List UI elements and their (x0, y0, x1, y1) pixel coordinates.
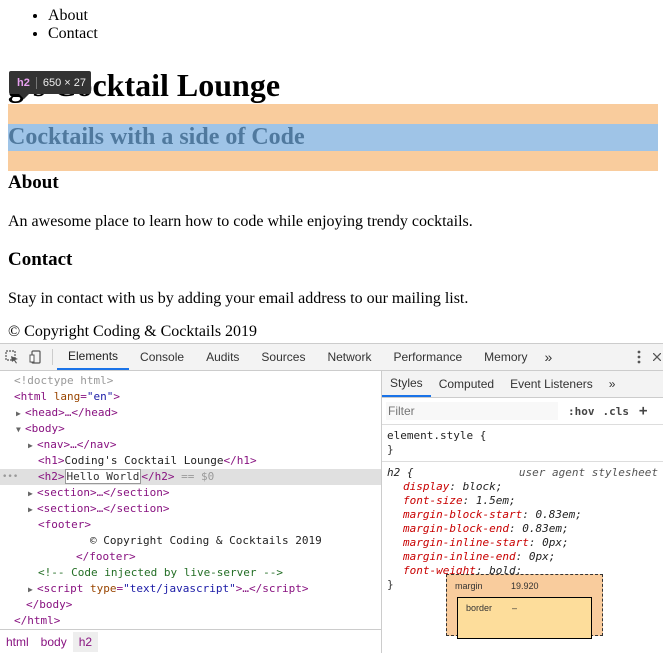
dom-html-close[interactable]: </html> (0, 613, 381, 629)
element-style-rule[interactable]: element.style { } (382, 425, 663, 462)
breadcrumb-body[interactable]: body (35, 632, 73, 652)
cls-toggle[interactable]: .cls (603, 405, 630, 418)
styles-pane: Styles Computed Event Listeners » :hov .… (381, 371, 663, 653)
toolbar-separator (52, 349, 53, 365)
hov-toggle[interactable]: :hov (568, 405, 595, 418)
elements-tree: <!doctype html> <html lang="en"> ▶ <head>… (0, 371, 381, 629)
about-heading: About (8, 172, 59, 193)
more-tabs-icon[interactable]: » (539, 344, 559, 370)
dom-body-close[interactable]: </body> (0, 597, 381, 613)
tooltip-tag: h2 (9, 76, 37, 89)
box-margin-value[interactable]: 19.920 (511, 581, 539, 591)
breadcrumb-html[interactable]: html (0, 632, 35, 652)
css-declaration: margin-inline-start: 0px; (403, 536, 569, 549)
expand-arrow-icon[interactable]: ▶ (0, 502, 37, 518)
dom-section[interactable]: ▶ <section>…</section> (0, 485, 381, 501)
footer-text: © Copyright Coding & Cocktails 2019 (8, 323, 258, 340)
contact-text: Stay in contact with us by adding your e… (8, 290, 469, 307)
devtools-panel: Elements Console Audits Sources Network … (0, 343, 663, 653)
device-toggle-icon[interactable] (24, 344, 48, 370)
collapse-arrow-icon[interactable]: ▼ (0, 422, 25, 438)
nav-item-about[interactable]: About (48, 7, 98, 25)
dom-head[interactable]: ▶ <head>…</head> (0, 405, 381, 421)
dom-footer[interactable]: <footer> (0, 517, 381, 533)
dom-body[interactable]: ▼ <body> (0, 421, 381, 437)
css-declaration: display: block; (403, 480, 503, 493)
expand-arrow-icon[interactable]: ▶ (0, 438, 37, 454)
tab-styles[interactable]: Styles (382, 371, 431, 397)
dom-h2-selected[interactable]: ••• <h2> Hello World </h2> == $0 (0, 469, 381, 485)
inspect-element-icon[interactable] (0, 344, 24, 370)
dom-footer-close[interactable]: </footer> (0, 549, 381, 565)
box-model-diagram: margin 19.920 border – (446, 574, 603, 639)
tab-memory[interactable]: Memory (473, 344, 538, 370)
more-tabs-icon[interactable]: » (601, 371, 624, 397)
dom-script[interactable]: ▶ <script type="text/javascript">…</scrip… (0, 581, 381, 597)
dom-footer-text[interactable]: © Copyright Coding & Cocktails 2019 (0, 533, 381, 549)
expand-arrow-icon[interactable]: ▶ (0, 406, 25, 422)
dom-section[interactable]: ▶ <section>…</section> (0, 501, 381, 517)
dom-h1[interactable]: <h1>Coding's Cocktail Lounge</h1> (0, 453, 381, 469)
add-rule-icon[interactable]: + (639, 403, 647, 419)
tab-computed[interactable]: Computed (431, 371, 502, 397)
box-border-value[interactable]: – (512, 603, 517, 613)
dom-comment[interactable]: <!-- Code injected by live-server --> (0, 565, 381, 581)
css-declaration: font-size: 1.5em; (403, 494, 516, 507)
expand-arrow-icon[interactable]: ▶ (0, 582, 37, 598)
nav-list: About Contact (48, 7, 98, 43)
breadcrumb: html body h2 (0, 629, 381, 654)
tab-elements[interactable]: Elements (57, 344, 130, 370)
tab-audits[interactable]: Audits (195, 344, 250, 370)
dom-html[interactable]: <html lang="en"> (0, 389, 381, 405)
contact-heading: Contact (8, 249, 73, 270)
styles-filter-input[interactable] (386, 402, 558, 420)
box-border: border – (457, 597, 592, 639)
tab-network[interactable]: Network (316, 344, 382, 370)
css-declaration: margin-inline-end: 0px; (403, 550, 556, 563)
tab-performance[interactable]: Performance (382, 344, 473, 370)
close-icon[interactable] (651, 344, 663, 370)
h2-edit-field[interactable]: Hello World (64, 469, 142, 484)
dom-doctype[interactable]: <!doctype html> (0, 373, 381, 389)
page-subtitle: Cocktails with a side of Code (8, 124, 305, 150)
tab-sources[interactable]: Sources (250, 344, 316, 370)
about-text: An awesome place to learn how to code wh… (8, 213, 473, 230)
dom-nav[interactable]: ▶ <nav>…</nav> (0, 437, 381, 453)
tab-event-listeners[interactable]: Event Listeners (502, 371, 601, 397)
expand-arrow-icon[interactable]: ▶ (0, 486, 37, 502)
inspect-tooltip: h2 650 × 27 (9, 71, 91, 99)
css-declaration: margin-block-start: 0.83em; (403, 508, 582, 521)
rendered-page: About Contact g's Cocktail Lounge Cockta… (0, 0, 663, 343)
nav-item-contact[interactable]: Contact (48, 25, 98, 43)
tooltip-dimensions: 650 × 27 (42, 76, 86, 89)
tab-console[interactable]: Console (129, 344, 195, 370)
box-border-label: border (466, 603, 493, 613)
box-margin-label: margin (455, 581, 483, 591)
kebab-menu-icon[interactable] (627, 344, 651, 370)
ellipsis-icon[interactable]: ••• (2, 469, 18, 485)
styles-filter-bar: :hov .cls + (382, 398, 663, 425)
devtools-toolbar: Elements Console Audits Sources Network … (0, 344, 663, 371)
css-declaration: margin-block-end: 0.83em; (403, 522, 569, 535)
breadcrumb-h2[interactable]: h2 (72, 632, 99, 652)
styles-tabs: Styles Computed Event Listeners » (382, 371, 663, 398)
ua-stylesheet-label: user agent stylesheet (518, 466, 658, 479)
